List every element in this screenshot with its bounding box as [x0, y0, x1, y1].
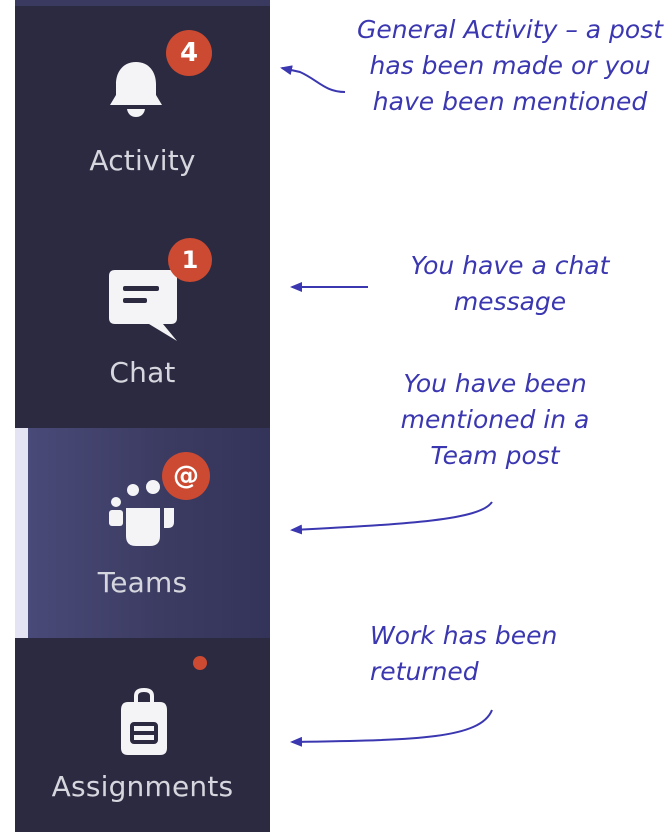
arrow-teams — [290, 501, 493, 535]
arrow-assignments — [290, 709, 493, 747]
annotation-arrows — [280, 65, 493, 747]
arrow-activity — [280, 65, 346, 93]
